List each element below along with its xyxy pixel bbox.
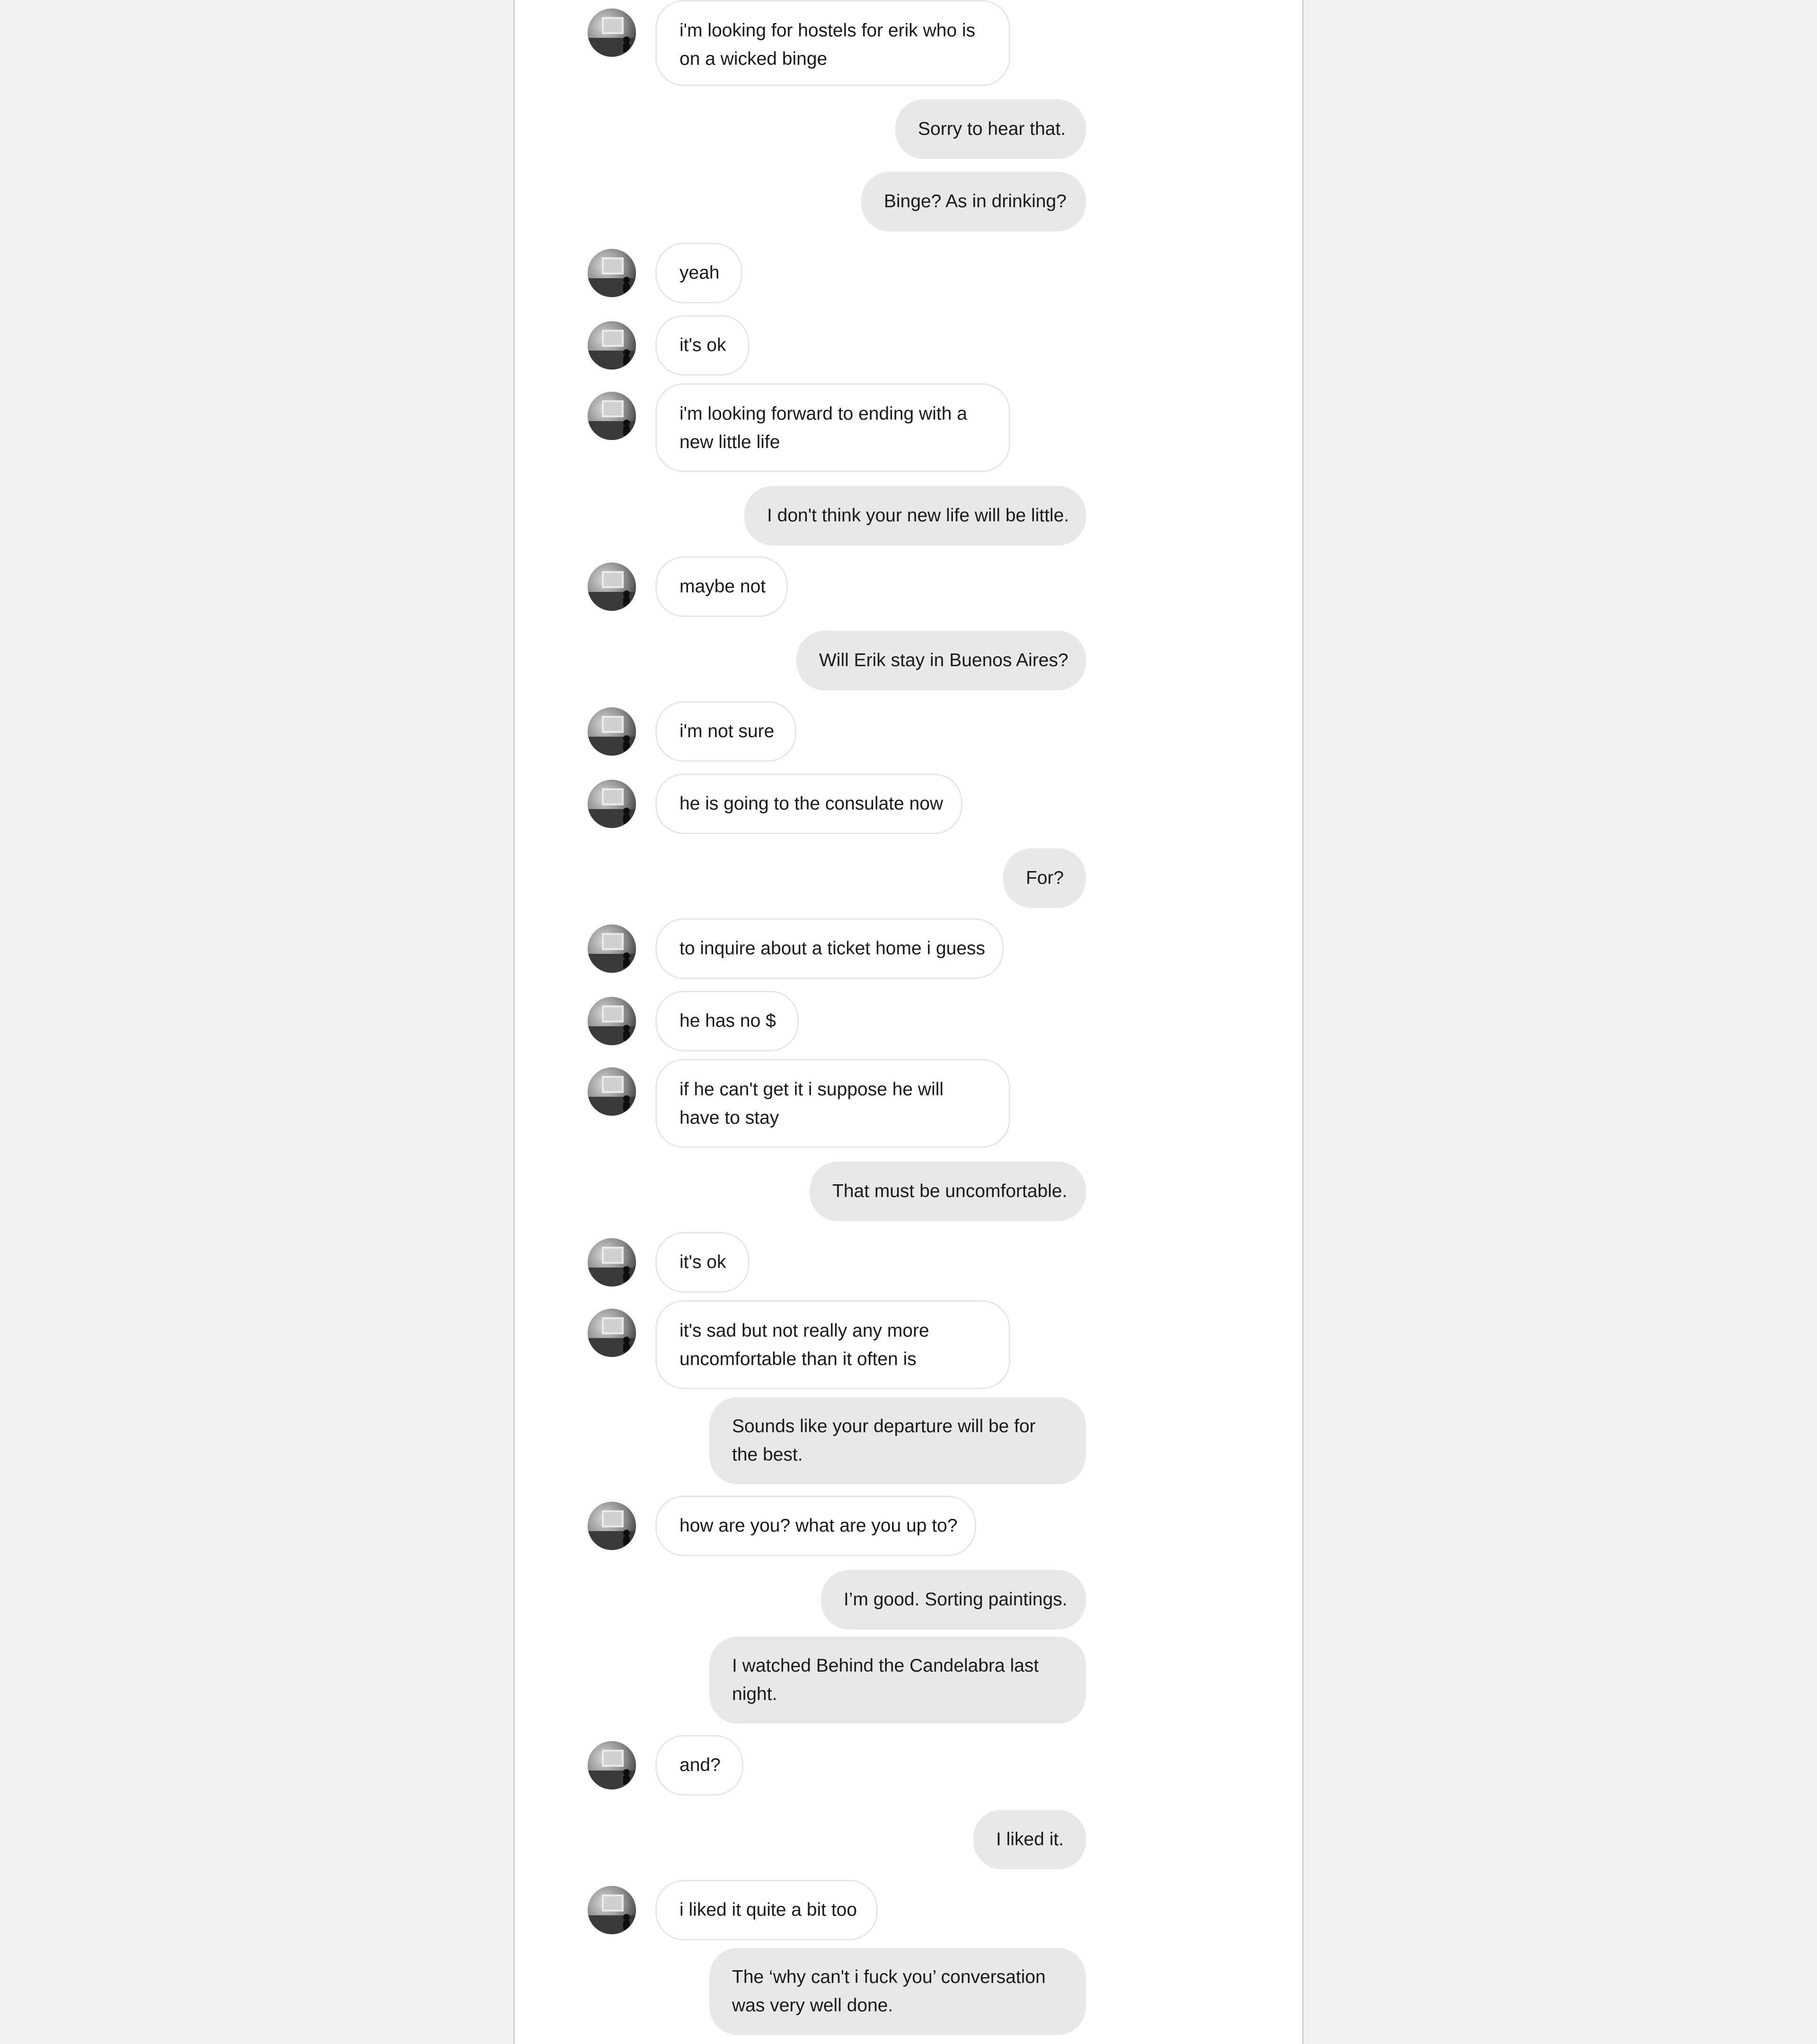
outgoing-message-bubble: That must be uncomfortable. — [810, 1162, 1086, 1221]
contact-avatar[interactable] — [588, 563, 636, 611]
incoming-message-bubble: i'm looking forward to ending with a new… — [655, 383, 1010, 472]
contact-avatar[interactable] — [588, 997, 636, 1045]
outgoing-message-bubble: The ‘why can't i fuck you’ conversation … — [709, 1948, 1086, 2035]
outgoing-message-bubble: I liked it. — [973, 1810, 1086, 1869]
contact-avatar[interactable] — [588, 1886, 636, 1934]
contact-avatar[interactable] — [588, 707, 636, 756]
contact-avatar[interactable] — [588, 1502, 636, 1550]
outgoing-message-bubble: For? — [1003, 848, 1086, 908]
incoming-message-bubble: he is going to the consulate now — [655, 774, 962, 834]
contact-avatar[interactable] — [588, 1067, 636, 1116]
incoming-message-bubble: maybe not — [655, 556, 788, 617]
incoming-message-bubble: i liked it quite a bit too — [655, 1880, 878, 1940]
outgoing-message-bubble: Sounds like your departure will be for t… — [709, 1397, 1086, 1484]
incoming-message-bubble: how are you? what are you up to? — [655, 1496, 976, 1556]
outgoing-message-bubble: I watched Behind the Candelabra last nig… — [709, 1637, 1086, 1724]
incoming-message-bubble: it's ok — [655, 1232, 750, 1293]
incoming-message-bubble: and? — [655, 1735, 743, 1796]
contact-avatar[interactable] — [588, 392, 636, 440]
contact-avatar[interactable] — [588, 1741, 636, 1789]
incoming-message-bubble: i'm not sure — [655, 701, 796, 762]
outgoing-message-bubble: Sorry to hear that. — [895, 99, 1086, 159]
contact-avatar[interactable] — [588, 9, 636, 57]
contact-avatar[interactable] — [588, 321, 636, 370]
incoming-message-bubble: to inquire about a ticket home i guess — [655, 918, 1004, 979]
incoming-message-bubble: yeah — [655, 243, 742, 303]
outgoing-message-bubble: I don't think your new life will be litt… — [744, 486, 1086, 546]
outgoing-message-bubble: Will Erik stay in Buenos Aires? — [796, 631, 1086, 690]
outgoing-message-bubble: Binge? As in drinking? — [861, 172, 1086, 231]
incoming-message-bubble: it's ok — [655, 315, 750, 376]
contact-avatar[interactable] — [588, 925, 636, 973]
incoming-message-bubble: he has no $ — [655, 991, 799, 1051]
incoming-message-bubble: it's sad but not really any more uncomfo… — [655, 1300, 1010, 1389]
contact-avatar[interactable] — [588, 249, 636, 297]
incoming-message-bubble: if he can't get it i suppose he will hav… — [655, 1059, 1010, 1148]
incoming-message-bubble: i'm looking for hostels for erik who is … — [655, 0, 1010, 86]
contact-avatar[interactable] — [588, 1309, 636, 1357]
contact-avatar[interactable] — [588, 1238, 636, 1286]
outgoing-message-bubble: I’m good. Sorting paintings. — [821, 1570, 1086, 1630]
contact-avatar[interactable] — [588, 780, 636, 828]
